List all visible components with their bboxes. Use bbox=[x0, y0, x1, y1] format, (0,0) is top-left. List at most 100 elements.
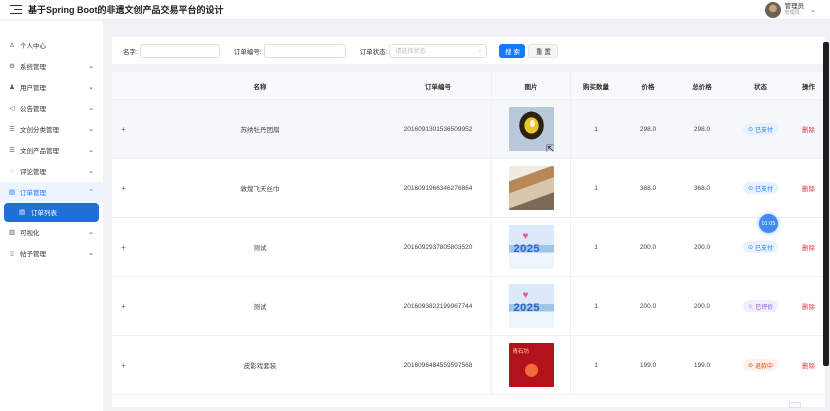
mouse-cursor-icon: ⇱ bbox=[546, 144, 555, 155]
cell-qty: 1 bbox=[594, 302, 598, 310]
menu-toggle-icon[interactable] bbox=[10, 4, 22, 15]
cell-order-no: 2016096484559597568 bbox=[403, 361, 473, 369]
chevron-down-icon: ⌄ bbox=[88, 168, 94, 176]
sidebar-item-posts[interactable]: ▯ 帖子管理 ⌄ bbox=[0, 243, 103, 264]
table-row[interactable]: + 皮影戏套装 2016096484559597568 青石坊 1 199.0 … bbox=[112, 336, 825, 395]
sidebar-item-orders[interactable]: ▤ 订单管理 ⌃ bbox=[0, 181, 103, 203]
bar-chart-icon: ▥ bbox=[8, 229, 16, 237]
chevron-down-icon: ⌄ bbox=[88, 83, 94, 91]
sidebar-item-categories[interactable]: ☰ 文创分类管理 ⌄ bbox=[0, 118, 103, 139]
clock-icon: ⊙ bbox=[747, 244, 753, 251]
sidebar-item-comments[interactable]: ◌ 评论管理 ⌄ bbox=[0, 161, 103, 182]
sidebar-item-products[interactable]: ☰ 文创产品管理 ⌄ bbox=[0, 139, 103, 160]
sidebar-item-label: 系统管理 bbox=[20, 63, 46, 71]
chevron-up-icon: ⌃ bbox=[88, 189, 94, 197]
user-name: 管理员 bbox=[784, 3, 805, 10]
table-row[interactable]: + 苏绣牡丹团扇 2016091301536509952 1 298.0 298… bbox=[112, 100, 825, 159]
cell-price: 200.0 bbox=[639, 302, 657, 310]
user-menu[interactable]: 管理员 管理员 ⌄ bbox=[764, 0, 816, 20]
timer-badge[interactable]: 01:05 bbox=[759, 214, 778, 233]
delete-button[interactable]: 删除 bbox=[802, 301, 815, 311]
reset-button[interactable]: 重 置 bbox=[528, 43, 559, 58]
cell-price: 298.0 bbox=[639, 125, 657, 133]
sidebar-item-label: 文创分类管理 bbox=[20, 126, 59, 134]
cell-name: 测试 bbox=[253, 245, 267, 252]
user-role: 管理员 bbox=[784, 10, 800, 16]
cell-qty: 1 bbox=[594, 243, 598, 251]
expand-icon[interactable]: + bbox=[112, 336, 135, 394]
cell-price: 368.0 bbox=[639, 184, 657, 192]
cell-total: 298.0 bbox=[693, 125, 711, 133]
chevron-down-icon: ⌄ bbox=[88, 62, 94, 70]
order-number-input[interactable] bbox=[263, 43, 346, 58]
delete-button[interactable]: 删除 bbox=[802, 242, 815, 252]
column-header-status: 状态 bbox=[754, 83, 767, 91]
column-header-total: 总价格 bbox=[692, 83, 712, 91]
sidebar-item-profile[interactable]: ♙ 个人中心 bbox=[0, 34, 103, 55]
delete-button[interactable]: 删除 bbox=[802, 183, 815, 193]
name-input[interactable] bbox=[139, 43, 220, 58]
image-text: 青石坊 bbox=[512, 349, 530, 355]
pagination-box[interactable] bbox=[789, 402, 801, 408]
sidebar-item-label: 订单管理 bbox=[20, 190, 46, 198]
expand-icon[interactable]: + bbox=[112, 100, 135, 158]
delete-button[interactable]: 删除 bbox=[802, 360, 815, 370]
clock-icon: ⊙ bbox=[747, 185, 753, 192]
clock-icon: ⊙ bbox=[747, 126, 753, 133]
sidebar-item-system[interactable]: ⚙ 系统管理 ⌄ bbox=[0, 55, 103, 76]
status-filter-label: 订单状态: bbox=[359, 48, 388, 56]
search-button[interactable]: 搜 索 bbox=[499, 43, 526, 58]
sidebar-item-announcements[interactable]: ◁ 公告管理 ⌄ bbox=[0, 97, 103, 118]
product-image[interactable]: ♥ 2025 bbox=[508, 225, 554, 269]
product-image[interactable]: 青石坊 bbox=[508, 343, 554, 387]
column-header-order-no: 订单编号 bbox=[425, 83, 451, 91]
status-badge: ⊙ 已支付 bbox=[742, 123, 779, 135]
gear-icon: ⚙ bbox=[9, 62, 15, 70]
status-badge: ☆ 已评价 bbox=[742, 300, 779, 312]
table-row[interactable]: + 敦煌飞天丝巾 2016091966346276864 1 368.0 368… bbox=[112, 159, 825, 218]
order-filter-label: 订单编号: bbox=[233, 48, 262, 56]
scrollbar[interactable] bbox=[823, 42, 829, 366]
sidebar-item-users[interactable]: ♟ 用户管理 ⌄ bbox=[0, 76, 103, 97]
table-row[interactable]: + 测试 2016093822199967744 ♥ 2025 1 200.0 2… bbox=[112, 277, 825, 336]
column-header-price: 价格 bbox=[641, 83, 655, 91]
status-badge: ⊘ 退款中 bbox=[742, 359, 779, 371]
cell-total: 368.0 bbox=[693, 184, 711, 192]
list-icon: ☰ bbox=[9, 147, 15, 155]
heart-icon: ♥ bbox=[522, 290, 529, 301]
sidebar-subitem-order-list[interactable]: ▤ 订单列表 bbox=[4, 202, 99, 222]
list-icon: ☰ bbox=[9, 125, 15, 133]
cell-qty: 1 bbox=[594, 361, 598, 369]
expand-icon[interactable]: + bbox=[112, 218, 135, 276]
expand-icon[interactable]: + bbox=[112, 159, 135, 217]
sidebar-item-visualization[interactable]: ▥ 可视化 ⌄ bbox=[0, 222, 103, 243]
status-select[interactable]: 请选择状态 ⌄ bbox=[389, 43, 488, 58]
star-icon: ☆ bbox=[747, 303, 754, 310]
delete-button[interactable]: 删除 bbox=[802, 124, 815, 134]
status-select-placeholder: 请选择状态 bbox=[395, 49, 426, 55]
chevron-down-icon: ⌄ bbox=[88, 250, 94, 258]
status-badge: ⊙ 已支付 bbox=[742, 182, 779, 194]
orders-table: 名称 订单编号 图片 购买数量 价格 总价格 状态 操作 + 苏绣牡丹团扇 20… bbox=[112, 72, 825, 407]
sidebar-item-label: 帖子管理 bbox=[20, 251, 46, 259]
product-image[interactable] bbox=[508, 166, 554, 210]
avatar[interactable] bbox=[764, 2, 781, 18]
sidebar-item-label: 个人中心 bbox=[20, 42, 46, 50]
top-header: 基于Spring Boot的非遗文创产品交易平台的设计 管理员 管理员 ⌄ bbox=[0, 0, 830, 20]
document-icon: ▤ bbox=[8, 189, 16, 197]
cell-name: 测试 bbox=[253, 304, 267, 311]
cell-qty: 1 bbox=[594, 125, 598, 133]
chevron-down-icon[interactable]: ⌄ bbox=[810, 6, 816, 14]
cell-price: 200.0 bbox=[639, 243, 657, 251]
comment-icon: ◌ bbox=[10, 167, 14, 175]
expand-icon[interactable]: + bbox=[112, 277, 135, 335]
users-icon: ♟ bbox=[9, 83, 15, 91]
chevron-down-icon: ⌄ bbox=[88, 104, 94, 112]
cell-qty: 1 bbox=[594, 184, 598, 192]
table-row[interactable]: + 测试 2016092937805803520 ♥ 2025 1 200.0 2… bbox=[112, 218, 825, 277]
image-text: 2025 bbox=[513, 302, 540, 314]
filter-bar: 名字: 订单编号: 订单状态: 请选择状态 ⌄ 搜 索 重 置 bbox=[112, 37, 825, 64]
cell-order-no: 2016092937805803520 bbox=[403, 243, 473, 251]
product-image[interactable]: ♥ 2025 bbox=[508, 284, 554, 328]
sidebar-subitem-label: 订单列表 bbox=[31, 210, 57, 218]
